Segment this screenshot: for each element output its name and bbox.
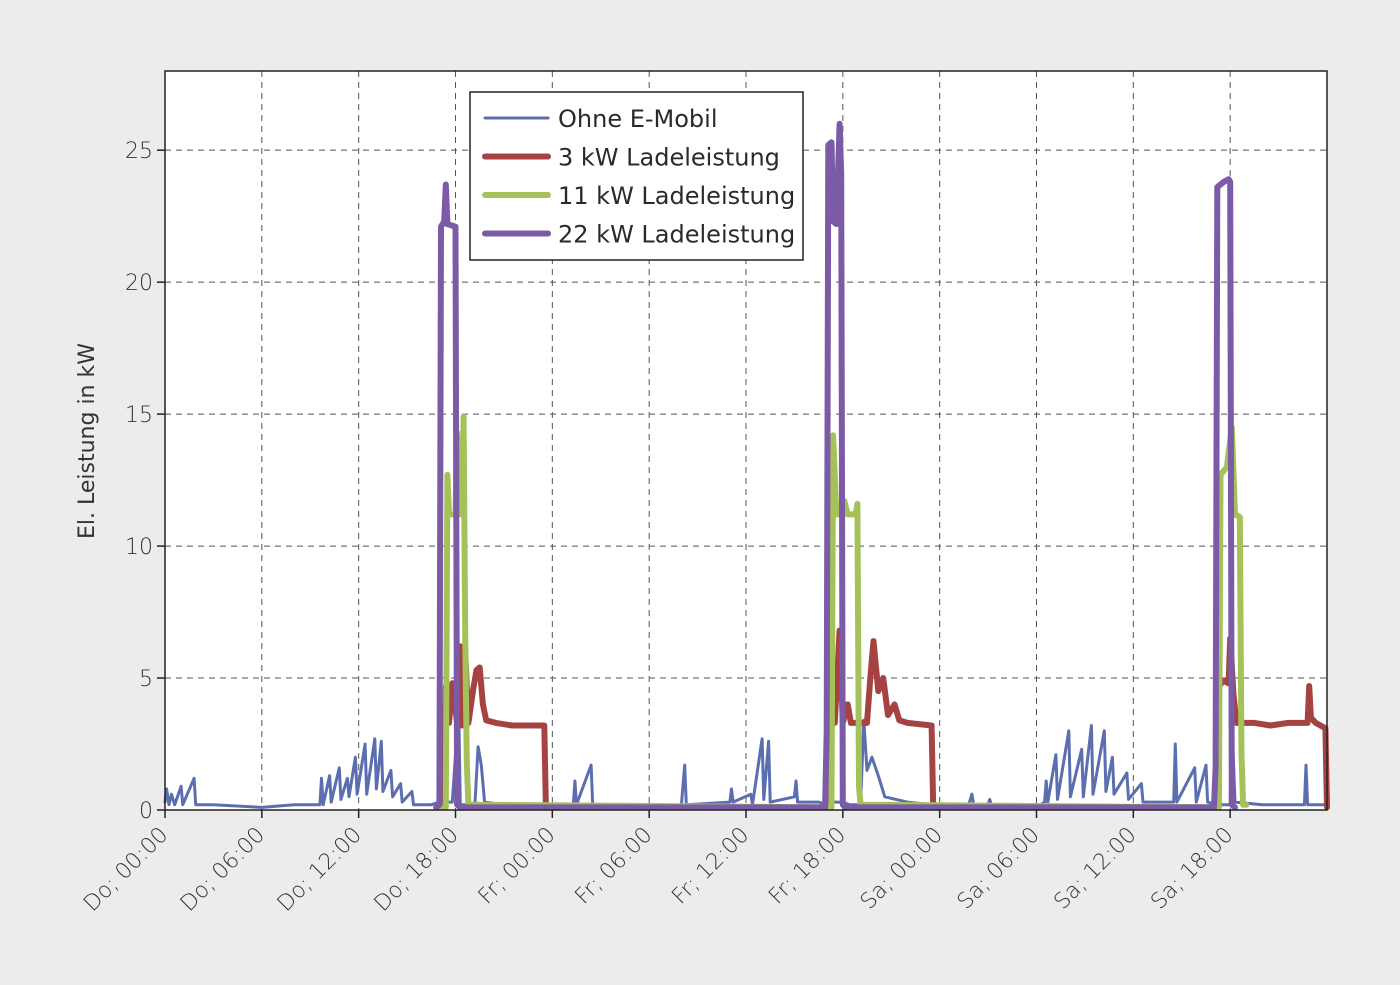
y-axis-label: El. Leistung in kW [75,343,100,539]
x-tick-label: Fr; 06:00 [571,823,658,910]
legend-label: 11 kW Ladeleistung [558,182,795,210]
y-tick-label: 10 [125,535,153,560]
legend-label: Ohne E-Mobil [558,105,718,133]
legend-label: 22 kW Ladeleistung [558,221,795,249]
x-tick-label: Do; 18:00 [370,823,464,917]
x-tick-label: Sa; 00:00 [856,823,948,915]
x-tick-label: Sa; 06:00 [953,823,1045,915]
line-chart: 0 5 10 15 20 25 Do; 00:00 Do; 06:00 Do; 12:00 Do… [75,70,1330,917]
x-tick-label: Do; 00:00 [79,823,173,917]
x-axis-ticks: Do; 00:00 Do; 06:00 Do; 12:00 Do; 18:00 Fr; … [79,810,1238,917]
x-tick-label: Sa; 12:00 [1049,823,1141,915]
x-tick-label: Sa; 18:00 [1146,823,1238,915]
legend-label: 3 kW Ladeleistung [558,144,780,172]
x-tick-label: Fr; 00:00 [474,823,561,910]
y-tick-label: 20 [125,271,153,296]
x-tick-label: Do; 12:00 [273,823,367,917]
y-tick-label: 25 [125,139,153,164]
legend: Ohne E-Mobil 3 kW Ladeleistung 11 kW Ladel… [469,91,804,261]
y-axis-ticks: 0 5 10 15 20 25 [125,139,165,824]
y-tick-label: 5 [139,667,153,692]
y-tick-label: 15 [125,403,153,428]
x-tick-label: Fr; 12:00 [667,823,754,910]
x-tick-label: Fr; 18:00 [764,823,851,910]
y-tick-label: 0 [139,799,153,824]
x-tick-label: Do; 06:00 [176,823,270,917]
